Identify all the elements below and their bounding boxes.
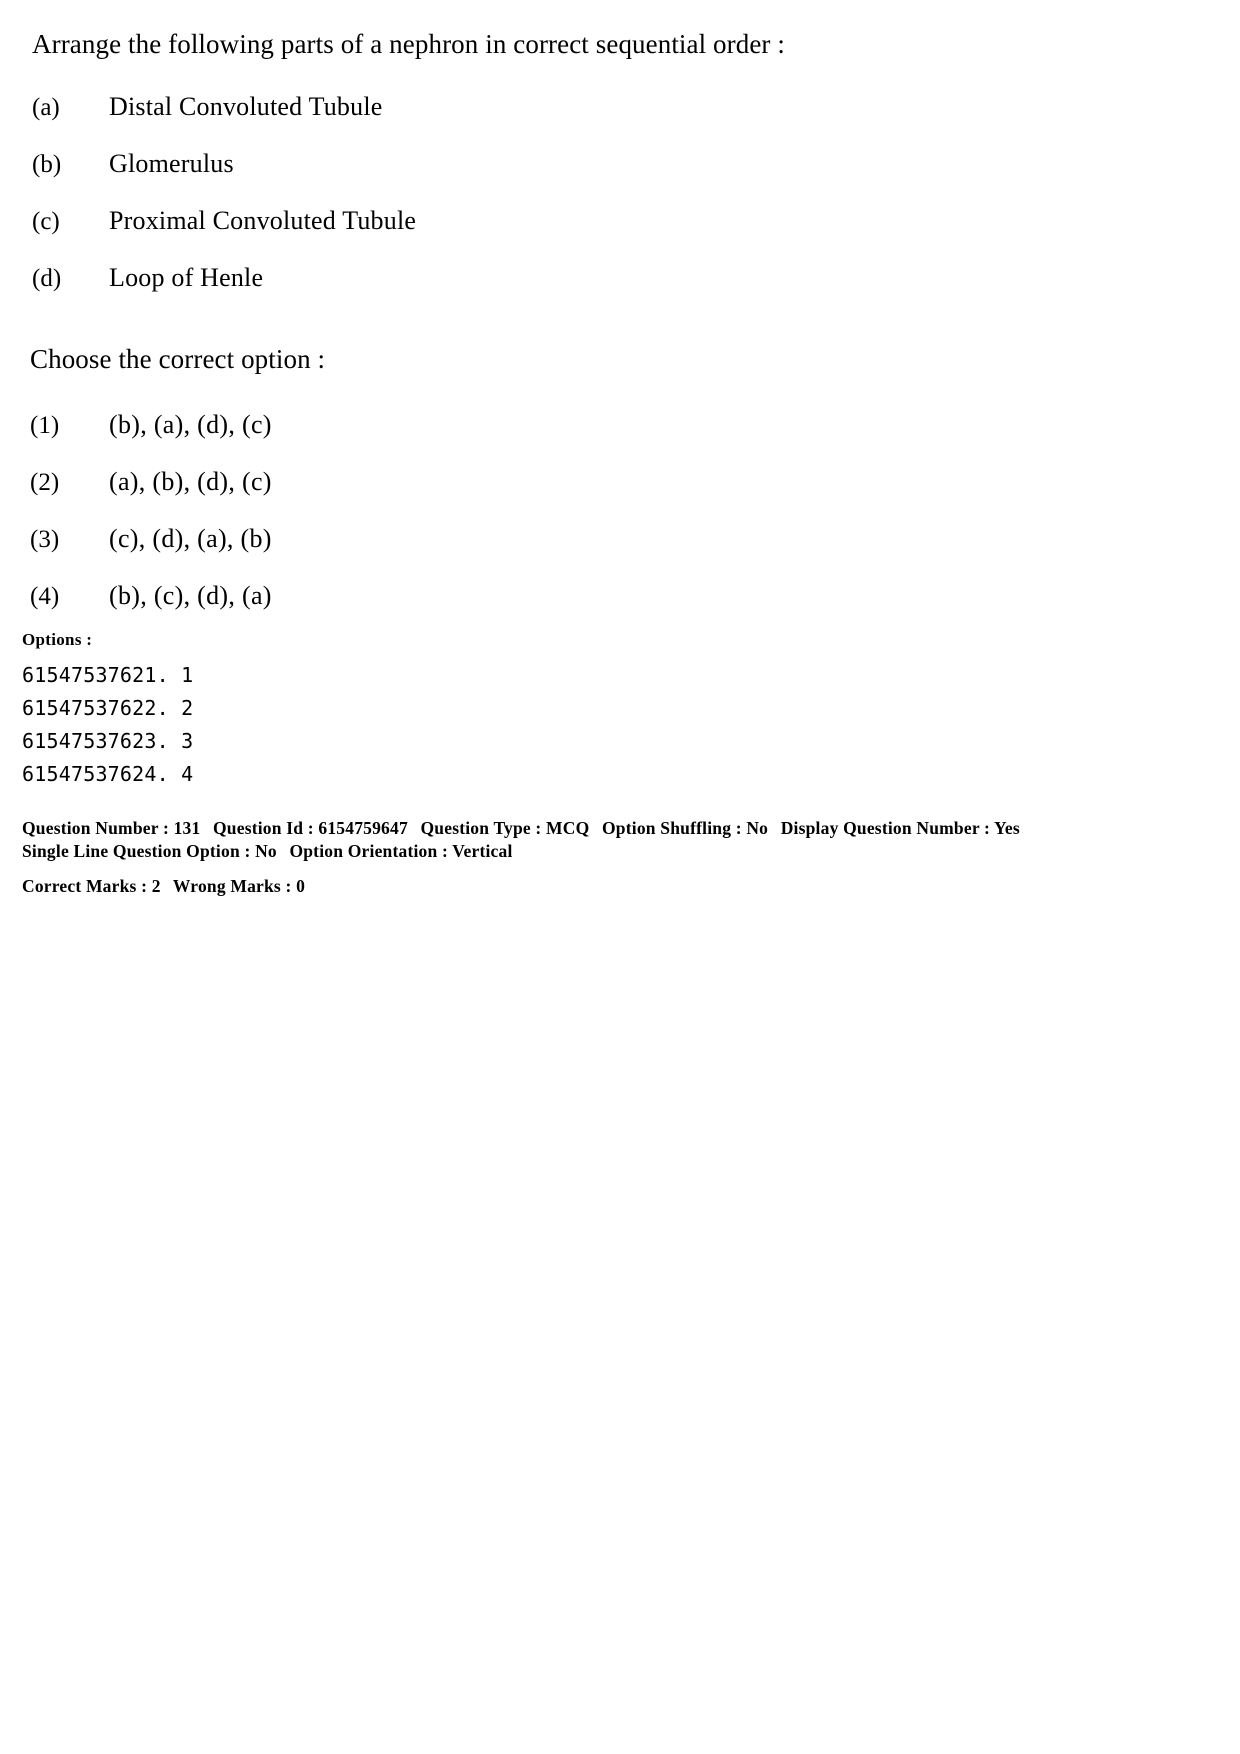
- answer-option-label: (1): [30, 412, 60, 439]
- item-text: Loop of Henle: [109, 263, 264, 292]
- choose-option-prompt: Choose the correct option :: [30, 344, 326, 374]
- answer-option-text: (b), (a), (d), (c): [109, 410, 272, 439]
- item-text: Distal Convoluted Tubule: [109, 92, 383, 121]
- option-ids-block: Options : 61547537621. 1 61547537622. 2 …: [22, 630, 193, 791]
- answer-option-text: (c), (d), (a), (b): [109, 524, 272, 553]
- list-item: (d) Loop of Henle: [32, 263, 932, 320]
- answer-option-3[interactable]: (3) (c), (d), (a), (b): [30, 524, 930, 581]
- metadata-line-1: Question Number : 131 Question Id : 6154…: [22, 817, 1020, 840]
- question-items-list: (a) Distal Convoluted Tubule (b) Glomeru…: [32, 92, 932, 320]
- question-id-value: 6154759647: [318, 818, 408, 838]
- item-label: (a): [32, 94, 60, 121]
- item-label: (d): [32, 265, 62, 292]
- option-id-line: 61547537621. 1: [22, 663, 194, 687]
- answer-option-2[interactable]: (2) (a), (b), (d), (c): [30, 467, 930, 524]
- option-id-line: 61547537624. 4: [22, 762, 194, 786]
- option-id-line: 61547537623. 3: [22, 729, 194, 753]
- answer-option-label: (2): [30, 469, 60, 496]
- option-shuffling-label: Option Shuffling :: [602, 818, 742, 838]
- question-type-value: MCQ: [546, 818, 590, 838]
- answer-option-text: (b), (c), (d), (a): [109, 581, 272, 610]
- question-stem: Arrange the following parts of a nephron…: [32, 29, 785, 59]
- answer-option-text: (a), (b), (d), (c): [109, 467, 272, 496]
- correct-marks-label: Correct Marks :: [22, 875, 148, 896]
- option-ids-title: Options :: [22, 630, 93, 649]
- item-text: Glomerulus: [109, 149, 234, 178]
- item-label: (c): [32, 208, 60, 235]
- item-text: Proximal Convoluted Tubule: [109, 206, 417, 235]
- correct-marks-value: 2: [151, 875, 161, 896]
- wrong-marks-value: 0: [296, 875, 306, 896]
- question-type-label: Question Type :: [420, 818, 542, 838]
- answer-option-1[interactable]: (1) (b), (a), (d), (c): [30, 410, 930, 467]
- option-id-line: 61547537622. 2: [22, 696, 194, 720]
- exam-question-page: Arrange the following parts of a nephron…: [0, 0, 1240, 1754]
- single-line-question-option-label: Single Line Question Option :: [22, 841, 251, 862]
- list-item: (b) Glomerulus: [32, 149, 932, 206]
- wrong-marks-label: Wrong Marks :: [172, 875, 292, 896]
- display-question-number-value: Yes: [994, 818, 1020, 838]
- option-orientation-label: Option Orientation :: [289, 841, 449, 862]
- option-shuffling-value: No: [746, 818, 769, 838]
- answer-option-label: (3): [30, 526, 60, 553]
- option-orientation-value: Vertical: [452, 841, 513, 862]
- question-id-label: Question Id :: [213, 818, 314, 838]
- item-label: (b): [32, 151, 62, 178]
- display-question-number-label: Display Question Number :: [780, 818, 991, 838]
- answer-options-list: (1) (b), (a), (d), (c) (2) (a), (b), (d)…: [30, 410, 930, 638]
- list-item: (c) Proximal Convoluted Tubule: [32, 206, 932, 263]
- question-number-value: 131: [173, 818, 201, 838]
- question-number-label: Question Number :: [22, 818, 169, 838]
- single-line-question-option-value: No: [255, 841, 277, 862]
- metadata-line-2: Single Line Question Option : No Option …: [22, 840, 1020, 863]
- answer-option-label: (4): [30, 583, 60, 610]
- question-metadata: Question Number : 131 Question Id : 6154…: [22, 817, 1020, 898]
- metadata-line-3: Correct Marks : 2 Wrong Marks : 0: [22, 875, 1020, 898]
- list-item: (a) Distal Convoluted Tubule: [32, 92, 932, 149]
